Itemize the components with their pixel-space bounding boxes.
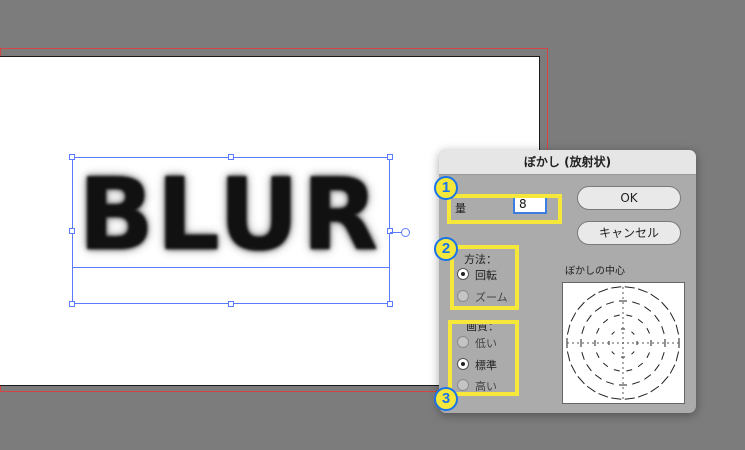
step-badge-3: 3 [434, 387, 458, 411]
step-badge-2: 2 [434, 237, 458, 261]
ok-button[interactable]: OK [577, 186, 681, 210]
resize-handle-bottom-right[interactable] [387, 301, 393, 307]
resize-handle-bottom[interactable] [228, 301, 234, 307]
resize-handle-right[interactable] [387, 228, 393, 234]
highlight-amount [447, 194, 562, 224]
resize-handle-bottom-left[interactable] [69, 301, 75, 307]
highlight-method [450, 245, 519, 310]
resize-handle-top[interactable] [228, 154, 234, 160]
blur-center-label: ぼかしの中心 [565, 266, 625, 277]
resize-handle-left[interactable] [69, 228, 75, 234]
dialog-title: ぼかし (放射状) [439, 150, 696, 175]
selection-bounding-box [72, 157, 390, 304]
step-badge-1: 1 [434, 176, 458, 200]
rotate-handle[interactable] [401, 228, 410, 237]
cancel-button[interactable]: キャンセル [577, 221, 681, 245]
resize-handle-top-left[interactable] [69, 154, 75, 160]
resize-handle-top-right[interactable] [387, 154, 393, 160]
text-baseline [72, 267, 390, 268]
blur-center-pattern [566, 286, 680, 400]
blur-center-preview[interactable] [562, 282, 685, 404]
highlight-quality [448, 320, 519, 396]
